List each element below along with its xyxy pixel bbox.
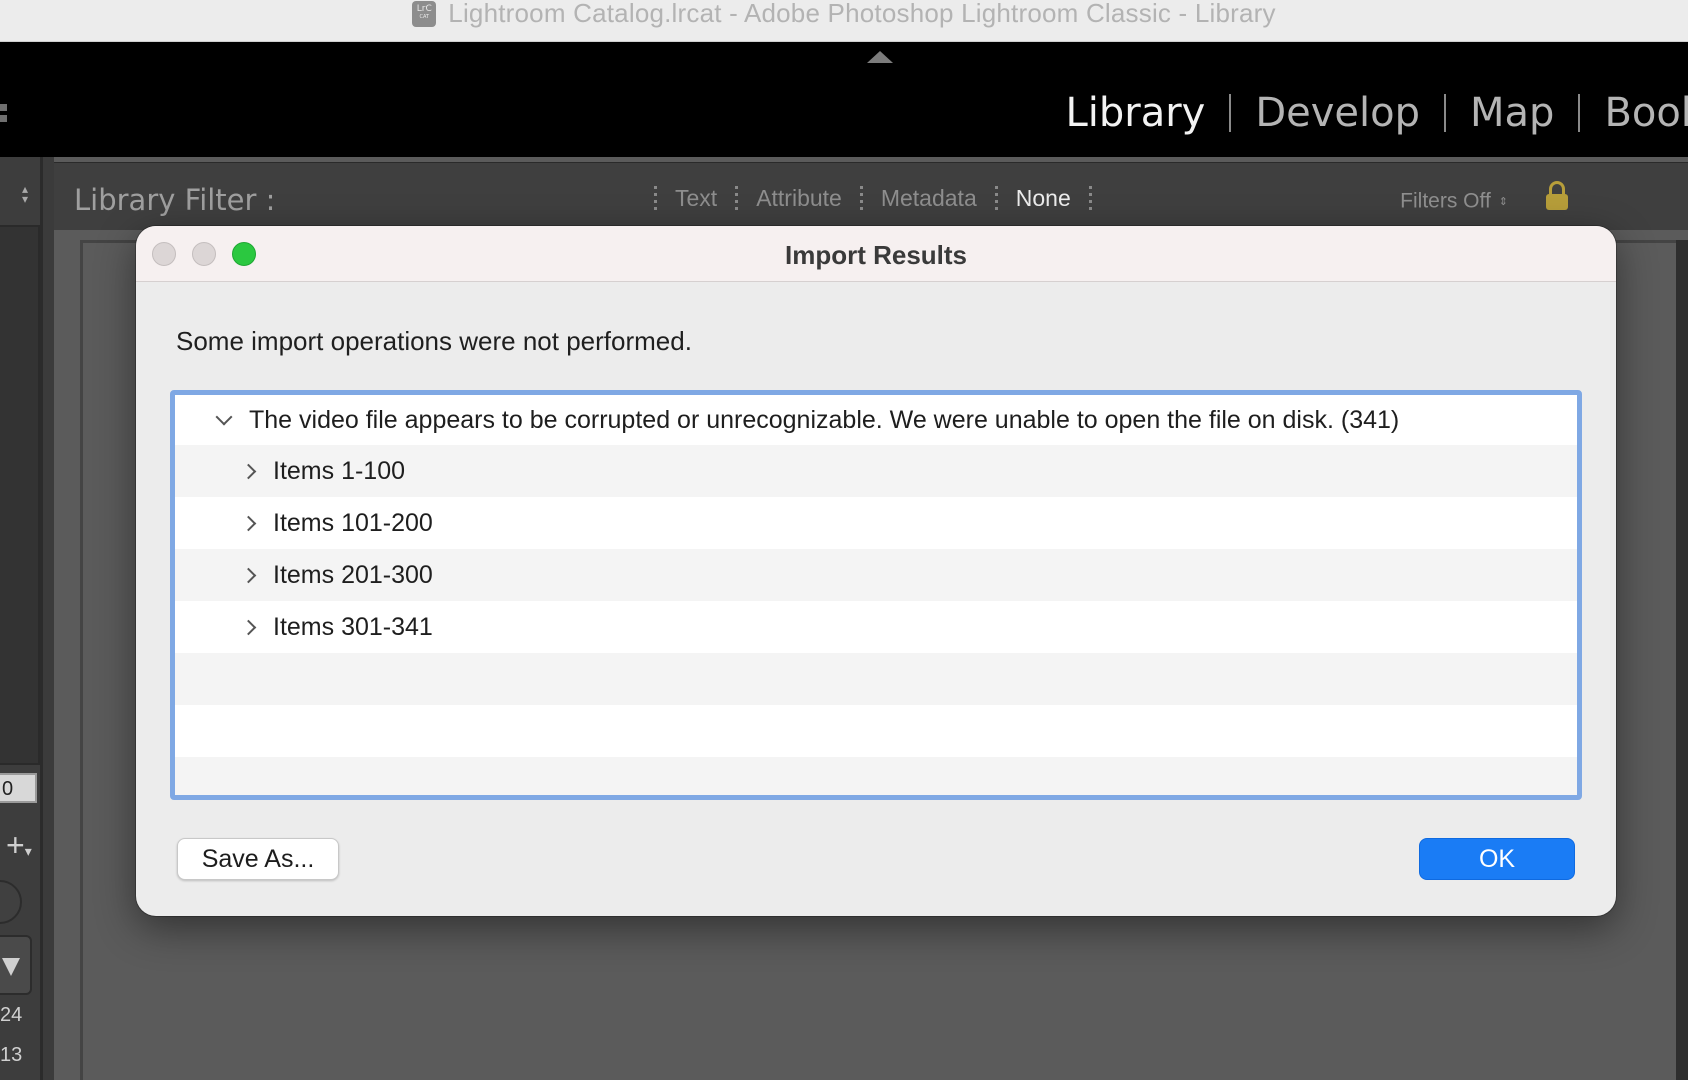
library-filter-label: Library Filter : (74, 183, 276, 217)
tree-row-empty (175, 705, 1577, 757)
module-book[interactable]: Book (1580, 90, 1688, 136)
collapse-top-panel-icon[interactable] (867, 51, 893, 63)
lock-icon[interactable] (1546, 181, 1568, 211)
dialog-titlebar: Import Results (136, 226, 1616, 282)
tree-row-items-201-300[interactable]: Items 201-300 (175, 549, 1577, 601)
left-panel-input[interactable]: 0 (0, 773, 37, 803)
chevron-down-icon[interactable] (211, 408, 237, 426)
tab-divider (994, 185, 998, 212)
tree-row-empty (175, 757, 1577, 795)
window-title: Lightroom Catalog.lrcat - Adobe Photosho… (448, 0, 1276, 28)
chevron-right-icon[interactable] (237, 567, 263, 583)
filter-tab-text[interactable]: Text (675, 185, 717, 212)
dialog-title: Import Results (784, 240, 968, 270)
tree-row-empty (175, 653, 1577, 705)
tree-row-items-101-200[interactable]: Items 101-200 (175, 497, 1577, 549)
chevron-right-icon[interactable] (237, 463, 263, 479)
filter-preset-select[interactable]: Filters Off ⇕ (1400, 189, 1508, 213)
filter-preset-label: Filters Off (1400, 189, 1491, 213)
tree-row-label: Items 201-300 (273, 560, 433, 589)
tab-divider (1088, 185, 1092, 212)
window-titlebar: LrC CAT Lightroom Catalog.lrcat - Adobe … (0, 0, 1688, 42)
tree-row-root[interactable]: The video file appears to be corrupted o… (175, 395, 1577, 445)
tab-divider (654, 185, 657, 212)
module-develop[interactable]: Develop (1231, 90, 1444, 136)
filter-tab-metadata[interactable]: Metadata (881, 185, 977, 212)
save-as-button[interactable]: Save As... (177, 838, 339, 880)
chevron-updown-icon: ⇕ (1498, 195, 1508, 208)
app-icon-subtext: CAT (419, 13, 430, 20)
chevron-right-icon[interactable] (237, 515, 263, 531)
left-panel-number: 24 (0, 1004, 23, 1026)
left-panel-number: 13 (0, 1044, 23, 1066)
left-panel-divider (40, 157, 54, 1080)
library-filter-bar: Library Filter : Text Attribute Metadata… (54, 162, 1688, 230)
tree-row-label: The video file appears to be corrupted o… (249, 405, 1400, 434)
chevron-right-icon[interactable] (237, 619, 263, 635)
filter-tabs: Text Attribute Metadata None (636, 185, 1110, 212)
ok-button[interactable]: OK (1419, 838, 1575, 880)
add-icon[interactable]: +▾ (6, 829, 32, 866)
module-picker: Library Develop Map Book (1041, 90, 1688, 136)
triangle-down-icon (2, 958, 20, 976)
lightroom-app-icon: LrC CAT (412, 0, 437, 27)
screen: LrC CAT Lightroom Catalog.lrcat - Adobe … (0, 0, 1688, 1080)
panel-sort-caret-icon[interactable]: ▴ ▾ (22, 183, 28, 205)
left-panel-content (0, 225, 40, 765)
tree-row-items-301-341[interactable]: Items 301-341 (175, 601, 1577, 653)
grip-icon (0, 104, 7, 124)
right-panel-edge (1676, 240, 1688, 1080)
dialog-message: Some import operations were not performe… (176, 326, 692, 356)
tree-row-label: Items 1-100 (273, 456, 406, 485)
filter-tab-none[interactable]: None (1016, 185, 1071, 212)
module-library[interactable]: Library (1041, 90, 1229, 136)
module-map[interactable]: Map (1446, 90, 1578, 136)
filter-tab-attribute[interactable]: Attribute (756, 185, 842, 212)
tab-divider (735, 185, 739, 212)
app-icon-text: LrC (416, 3, 432, 14)
import-results-dialog: Import Results Some import operations we… (136, 226, 1616, 916)
module-picker-bar: Library Develop Map Book (0, 42, 1688, 157)
tab-divider (859, 185, 863, 212)
results-tree[interactable]: The video file appears to be corrupted o… (170, 390, 1582, 800)
tree-row-label: Items 301-341 (273, 612, 433, 641)
tree-row-items-1-100[interactable]: Items 1-100 (175, 445, 1577, 497)
tree-row-label: Items 101-200 (273, 508, 433, 537)
